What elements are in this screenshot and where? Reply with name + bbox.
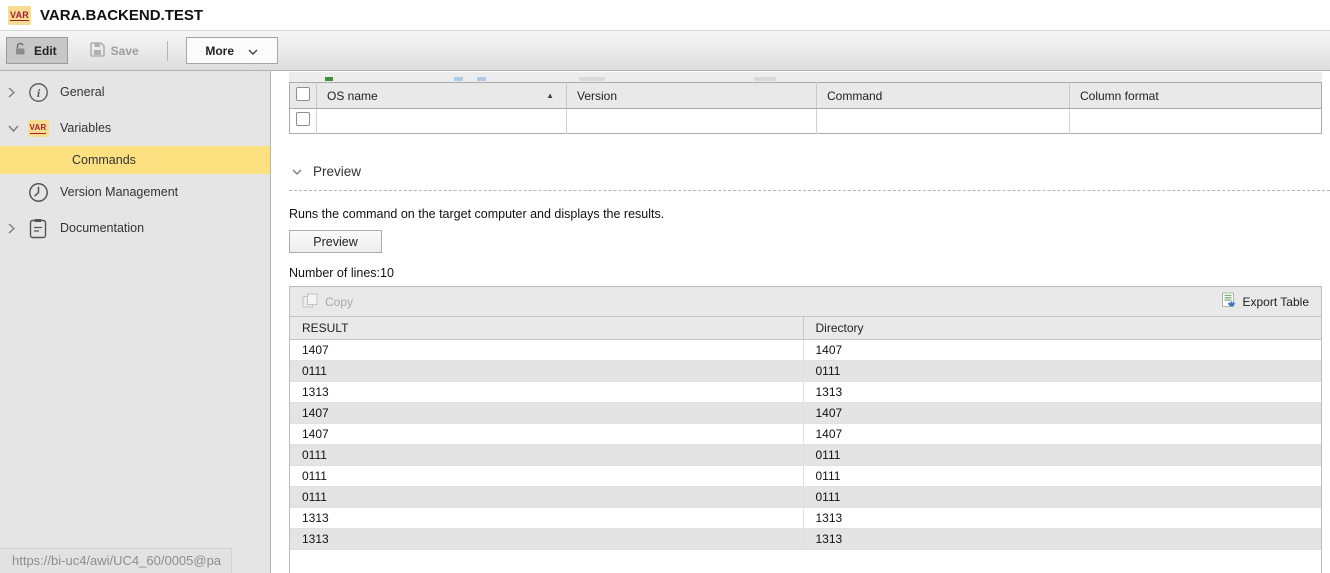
chevron-right-icon[interactable] [8, 86, 26, 98]
select-all-checkbox[interactable] [296, 87, 310, 101]
preview-section-header[interactable]: Preview [289, 162, 1330, 191]
sidebar: i General VAR Variables Commands Version… [0, 71, 271, 573]
result-cell: 0111 [290, 486, 803, 508]
directory-cell: 1313 [802, 381, 1321, 403]
directory-cell: 1407 [802, 423, 1321, 445]
column-header-version[interactable]: Version [566, 82, 817, 109]
preview-section-title: Preview [313, 163, 362, 179]
result-cell: 1407 [290, 402, 803, 424]
sidebar-item-variables[interactable]: VAR Variables [0, 110, 270, 146]
row-checkbox[interactable] [296, 111, 310, 126]
preview-button[interactable]: Preview [289, 230, 382, 253]
clipped-icon [325, 77, 333, 81]
main-content: OS name▲ Version Command Column format [271, 71, 1330, 573]
table-row[interactable]: 0111 0111 [290, 465, 1321, 487]
command-input[interactable] [821, 111, 1065, 131]
clipped-icon [477, 77, 486, 81]
copy-button[interactable]: Copy [302, 293, 353, 311]
sort-ascending-icon: ▲ [546, 91, 554, 100]
result-cell: 1313 [290, 528, 803, 550]
number-of-lines-label: Number of lines:10 [289, 266, 394, 280]
export-table-icon [1220, 292, 1237, 312]
toolbar-separator [166, 40, 168, 61]
commands-table-header-row: OS name ▲ Version Command Column format [289, 82, 1322, 109]
result-cell: 0111 [290, 465, 803, 487]
result-cell: 1313 [290, 507, 803, 529]
table-row[interactable]: 1407 1407 [290, 423, 1321, 445]
more-button[interactable]: More [185, 37, 278, 64]
directory-cell: 1313 [802, 507, 1321, 529]
clipped-toolbar [289, 72, 1322, 82]
edit-button[interactable]: Edit [6, 37, 68, 64]
clipped-button [754, 77, 776, 81]
info-icon: i [26, 82, 50, 103]
table-row[interactable]: 1313 1313 [290, 528, 1321, 550]
result-cell: 0111 [290, 360, 803, 382]
sidebar-item-commands[interactable]: Commands [0, 146, 270, 174]
table-row[interactable]: 1407 1407 [290, 339, 1321, 361]
save-icon [89, 41, 105, 60]
column-header-result[interactable]: RESULT [290, 317, 803, 340]
commands-table: OS name ▲ Version Command Column format [289, 82, 1322, 134]
table-row[interactable]: 0111 0111 [290, 486, 1321, 508]
unlock-icon [14, 42, 28, 59]
table-row [289, 108, 1322, 134]
chevron-right-icon[interactable] [8, 222, 26, 234]
chevron-down-icon [292, 162, 302, 180]
sidebar-item-documentation[interactable]: Documentation [0, 210, 270, 246]
status-url: https://bi-uc4/awi/UC4_60/0005@pa [0, 548, 233, 573]
export-table-button[interactable]: Export Table [1220, 292, 1309, 312]
column-header-os-name[interactable]: OS name ▲ [316, 82, 567, 109]
directory-cell: 1313 [802, 528, 1321, 550]
directory-cell: 0111 [802, 444, 1321, 466]
column-format-input[interactable] [1074, 111, 1317, 131]
directory-cell: 0111 [802, 465, 1321, 487]
result-cell: 1313 [290, 381, 803, 403]
main-toolbar: Edit Save More [0, 31, 1330, 71]
table-row[interactable]: 0111 0111 [290, 444, 1321, 466]
clipped-icon [454, 77, 463, 81]
directory-cell: 1407 [802, 402, 1321, 424]
result-cell: 1407 [290, 423, 803, 445]
clipped-button [579, 77, 605, 81]
preview-description: Runs the command on the target computer … [289, 207, 665, 221]
directory-cell: 0111 [802, 360, 1321, 382]
directory-cell: 0111 [802, 486, 1321, 508]
directory-cell: 1407 [802, 339, 1321, 361]
table-row[interactable]: 1407 1407 [290, 402, 1321, 424]
results-header-row: RESULT Directory [290, 317, 1321, 340]
version-input[interactable] [571, 111, 812, 131]
copy-icon [302, 293, 319, 311]
sidebar-item-general[interactable]: i General [0, 74, 270, 110]
object-header: VAR VARA.BACKEND.TEST [0, 0, 1330, 31]
column-header-directory[interactable]: Directory [802, 317, 1321, 340]
result-cell: 0111 [290, 444, 803, 466]
column-header-command[interactable]: Command [816, 82, 1070, 109]
table-row[interactable]: 1313 1313 [290, 507, 1321, 529]
table-row[interactable]: 1313 1313 [290, 381, 1321, 403]
results-panel: Copy Export Table RESULT Directory 1407 … [289, 286, 1322, 573]
svg-text:i: i [36, 86, 40, 100]
page-title: VARA.BACKEND.TEST [40, 6, 204, 24]
results-table: RESULT Directory 1407 1407 0111 0111 1313 131… [290, 317, 1321, 550]
results-toolbar: Copy Export Table [290, 287, 1321, 317]
clipboard-icon [26, 218, 50, 239]
clock-icon [26, 182, 50, 203]
var-object-icon: VAR [8, 5, 31, 25]
var-badge-icon: VAR [26, 119, 50, 137]
chevron-down-icon [248, 44, 258, 58]
os-name-input[interactable] [321, 111, 562, 131]
chevron-down-icon[interactable] [8, 125, 26, 132]
column-header-column-format[interactable]: Column format [1069, 82, 1322, 109]
save-button[interactable]: Save [84, 38, 145, 64]
result-cell: 1407 [290, 339, 803, 361]
sidebar-item-version-management[interactable]: Version Management [0, 174, 270, 210]
table-row[interactable]: 0111 0111 [290, 360, 1321, 382]
